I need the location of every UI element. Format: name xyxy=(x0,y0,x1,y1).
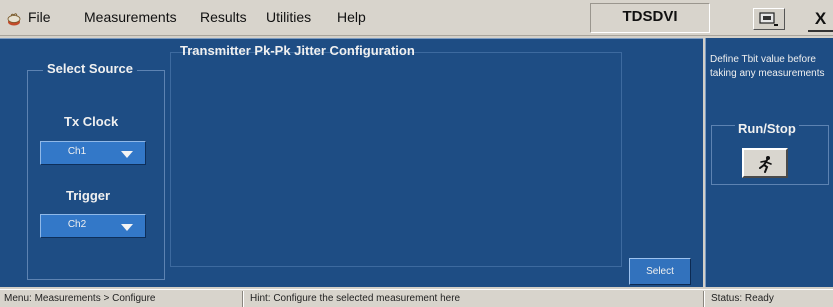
minimize-button[interactable] xyxy=(753,8,785,30)
menu-results-label: Results xyxy=(200,9,247,25)
measurement-area xyxy=(170,52,622,267)
menu-measurements-label: Measurements xyxy=(84,9,177,25)
status-bar: Menu: Measurements > Configure Hint: Con… xyxy=(0,289,833,307)
brand-title: TDSDVI xyxy=(622,8,678,25)
menu-help[interactable]: Help xyxy=(337,9,366,25)
menu-utilities[interactable]: Utilities xyxy=(266,9,311,25)
menu-file-label: File xyxy=(28,9,51,25)
menu-help-label: Help xyxy=(337,9,366,25)
status-divider xyxy=(242,291,244,307)
status-ready: Status: Ready xyxy=(711,293,774,304)
trigger-label: Trigger xyxy=(66,188,111,203)
status-hint: Hint: Configure the selected measurement… xyxy=(250,293,461,304)
tx-clock-value: Ch1 xyxy=(67,146,87,157)
tx-clock-label: Tx Clock xyxy=(64,114,119,129)
chevron-down-icon xyxy=(121,151,133,158)
app-icon xyxy=(7,13,21,26)
tbit-hint: Define Tbit value before taking any meas… xyxy=(710,54,825,79)
select-source-group xyxy=(27,70,165,280)
menu-bar: File Measurements Results Utilities Help… xyxy=(0,0,833,36)
status-menu-path: Menu: Measurements > Configure xyxy=(4,293,156,304)
menu-file[interactable]: File xyxy=(28,9,51,25)
run-stop-button[interactable] xyxy=(742,148,788,178)
brand-box: TDSDVI xyxy=(590,3,710,33)
panel-title: Transmitter Pk-Pk Jitter Configuration xyxy=(180,43,415,58)
trigger-value: Ch2 xyxy=(67,219,87,230)
close-button[interactable]: X xyxy=(808,6,833,32)
menu-measurements[interactable]: Measurements xyxy=(84,9,177,25)
select-button[interactable]: Select xyxy=(629,258,691,285)
running-man-icon xyxy=(759,156,772,173)
trigger-dropdown[interactable]: Ch2 xyxy=(40,214,146,238)
select-source-title: Select Source xyxy=(43,61,137,76)
status-divider xyxy=(703,291,705,307)
minimize-icon xyxy=(759,12,778,26)
chevron-down-icon xyxy=(121,224,133,231)
tx-clock-dropdown[interactable]: Ch1 xyxy=(40,141,146,165)
menu-results[interactable]: Results xyxy=(200,9,247,25)
run-stop-title: Run/Stop xyxy=(735,121,799,136)
menu-utilities-label: Utilities xyxy=(266,9,312,25)
